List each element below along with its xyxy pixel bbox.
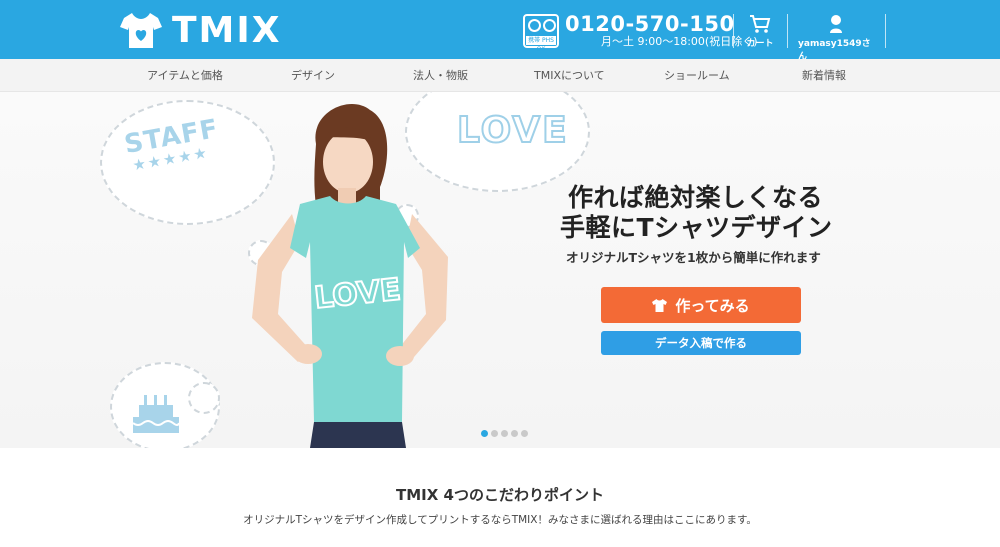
- nav-item-corporate[interactable]: 法人・物販: [413, 59, 468, 92]
- cart-label: カート: [746, 39, 774, 49]
- slider-dot[interactable]: [521, 430, 528, 437]
- hero-slider: LOVE STAFF ★★★★★ LOVE 作れば絶対楽しくなる 手軽にTシャツ…: [0, 92, 1000, 448]
- logo-text: TMIX: [172, 9, 282, 51]
- thought-bubble: [188, 382, 220, 414]
- nav-item-about[interactable]: TMIXについて: [534, 59, 605, 92]
- section-subtitle: オリジナルTシャツをデザイン作成してプリントするならTMIX！みなさまに選ばれる…: [243, 514, 757, 526]
- make-tshirt-button[interactable]: 作ってみる: [601, 287, 801, 323]
- header-divider: [885, 14, 886, 48]
- data-upload-button[interactable]: データ入稿で作る: [601, 331, 801, 355]
- site-header: TMIX 携帯 PHS OK 0120-570-150 月〜土 9:00〜18:…: [0, 0, 1000, 62]
- phone-hours: 月〜土 9:00〜18:00(祝日除く): [601, 35, 758, 48]
- user-icon: [830, 15, 842, 33]
- tshirt-heart-logo-icon: [120, 13, 162, 48]
- birthday-cake-icon: [132, 395, 180, 433]
- hero-catch-line2: 手軽にTシャツデザイン: [560, 213, 833, 242]
- section-title: TMIX 4つのこだわりポイント: [396, 486, 604, 504]
- slider-dot[interactable]: [501, 430, 508, 437]
- slider-pagination: [481, 430, 528, 437]
- model-photo: LOVE: [252, 104, 448, 448]
- phone-contact[interactable]: 携帯 PHS OK 0120-570-150 月〜土 9:00〜18:00(祝日…: [523, 12, 758, 53]
- freedial-icon: 携帯 PHS OK: [523, 14, 559, 53]
- nav-item-news[interactable]: 新着情報: [802, 59, 846, 92]
- header-divider: [733, 14, 734, 48]
- love-doodle-text: LOVE: [456, 109, 569, 152]
- phone-number: 0120-570-150: [565, 12, 735, 36]
- header-divider: [787, 14, 788, 48]
- nav-item-items-prices[interactable]: アイテムと価格: [147, 59, 223, 92]
- cart-link[interactable]: カート: [744, 14, 776, 49]
- global-nav: アイテムと価格 デザイン 法人・物販 TMIXについて ショールーム 新着情報: [0, 59, 1000, 92]
- slider-dot[interactable]: [481, 430, 488, 437]
- user-account-link[interactable]: yamasy1549さん: [798, 14, 874, 62]
- slider-dot[interactable]: [491, 430, 498, 437]
- slider-dot[interactable]: [511, 430, 518, 437]
- make-button-label: 作ってみる: [675, 296, 750, 315]
- tshirt-icon: [652, 298, 668, 312]
- hero-subcatch: オリジナルTシャツを1枚から簡単に作れます: [566, 250, 821, 265]
- nav-item-design[interactable]: デザイン: [291, 59, 335, 92]
- cart-icon: [750, 15, 771, 33]
- nav-item-showroom[interactable]: ショールーム: [664, 59, 730, 92]
- logo[interactable]: TMIX: [120, 8, 282, 52]
